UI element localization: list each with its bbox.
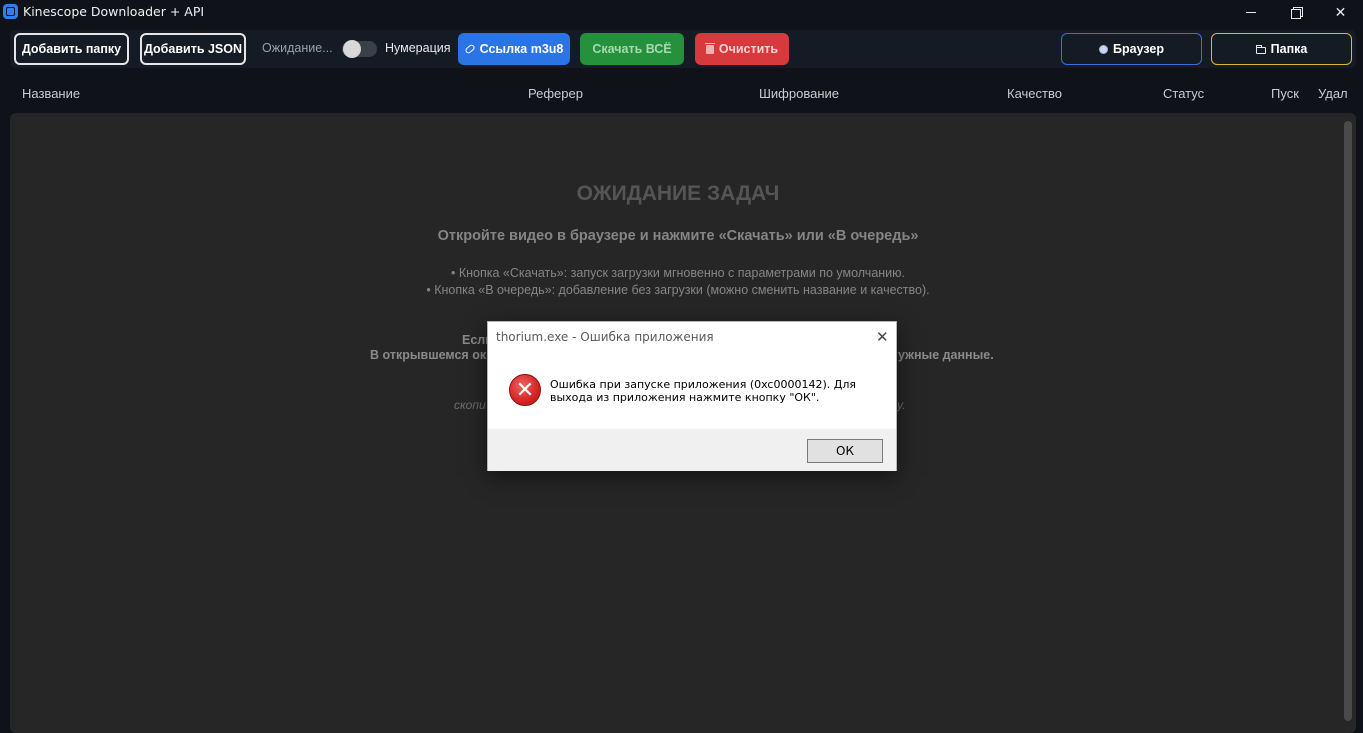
dialog-title: thorium.exe - Ошибка приложения (496, 330, 714, 344)
minimize-button[interactable] (1228, 0, 1273, 24)
empty-state-partial-c: ужные данные. (898, 348, 994, 362)
folder-label: Папка (1270, 42, 1308, 56)
folder-button[interactable]: Папка (1211, 33, 1352, 65)
window-title: Kinescope Downloader + API (23, 4, 205, 19)
column-header-quality: Качество (1007, 86, 1062, 101)
title-bar: Kinescope Downloader + API ✕ (0, 0, 1363, 24)
empty-state-partial-e: у. (897, 398, 906, 412)
column-header-encryption: Шифрование (759, 86, 839, 101)
link-icon (463, 43, 476, 55)
numbering-toggle[interactable] (342, 40, 377, 58)
empty-state-hint-download: • Кнопка «Скачать»: запуск загрузки мгно… (451, 266, 905, 280)
empty-state-subtitle: Откройте видео в браузере и нажмите «Ска… (437, 228, 919, 244)
add-folder-button[interactable]: Добавить папку (14, 33, 129, 65)
m3u8-link-button[interactable]: Ссылка m3u8 (458, 33, 570, 65)
dialog-message: Ошибка при запуске приложения (0xc000014… (550, 378, 856, 404)
column-header-referer: Реферер (528, 86, 583, 101)
toggle-knob (343, 40, 361, 58)
clear-button[interactable]: Очистить (695, 33, 789, 65)
folder-icon (1255, 44, 1266, 54)
download-all-button[interactable]: Скачать ВСЁ (580, 33, 684, 65)
column-header-start: Пуск (1271, 86, 1299, 101)
add-json-button[interactable]: Добавить JSON (140, 33, 246, 65)
status-text: Ожидание... (262, 41, 333, 55)
column-header-status: Статус (1163, 86, 1205, 101)
trash-icon (704, 42, 715, 54)
browser-label: Браузер (1113, 42, 1164, 56)
globe-icon (1099, 44, 1108, 54)
close-icon: ✕ (876, 329, 889, 346)
ok-button[interactable]: ОК (807, 439, 883, 463)
clear-label: Очистить (718, 42, 779, 56)
restore-button[interactable] (1273, 0, 1318, 24)
close-icon: ✕ (1334, 3, 1347, 20)
column-header-name: Название (22, 86, 81, 101)
dialog-close-button[interactable]: ✕ (876, 328, 889, 346)
error-icon: ✕ (509, 374, 541, 406)
browser-button[interactable]: Браузер (1061, 33, 1202, 65)
restore-icon (1290, 7, 1303, 19)
close-button[interactable]: ✕ (1318, 0, 1363, 24)
m3u8-link-label: Ссылка m3u8 (479, 42, 564, 56)
empty-state-title: ОЖИДАНИЕ ЗАДАЧ (576, 182, 780, 205)
app-icon (3, 4, 18, 19)
error-dialog: thorium.exe - Ошибка приложения ✕ ✕ Ошиб… (487, 321, 897, 471)
empty-state-hint-queue: • Кнопка «В очередь»: добавление без заг… (426, 283, 930, 297)
minimize-icon (1245, 11, 1256, 13)
empty-state-partial-b: В открывшемся окне (370, 348, 501, 362)
column-header-delete: Удал (1318, 86, 1348, 101)
empty-state-partial-d: скопи (454, 398, 486, 412)
numbering-label: Нумерация (385, 41, 451, 55)
scrollbar[interactable] (1344, 121, 1352, 721)
